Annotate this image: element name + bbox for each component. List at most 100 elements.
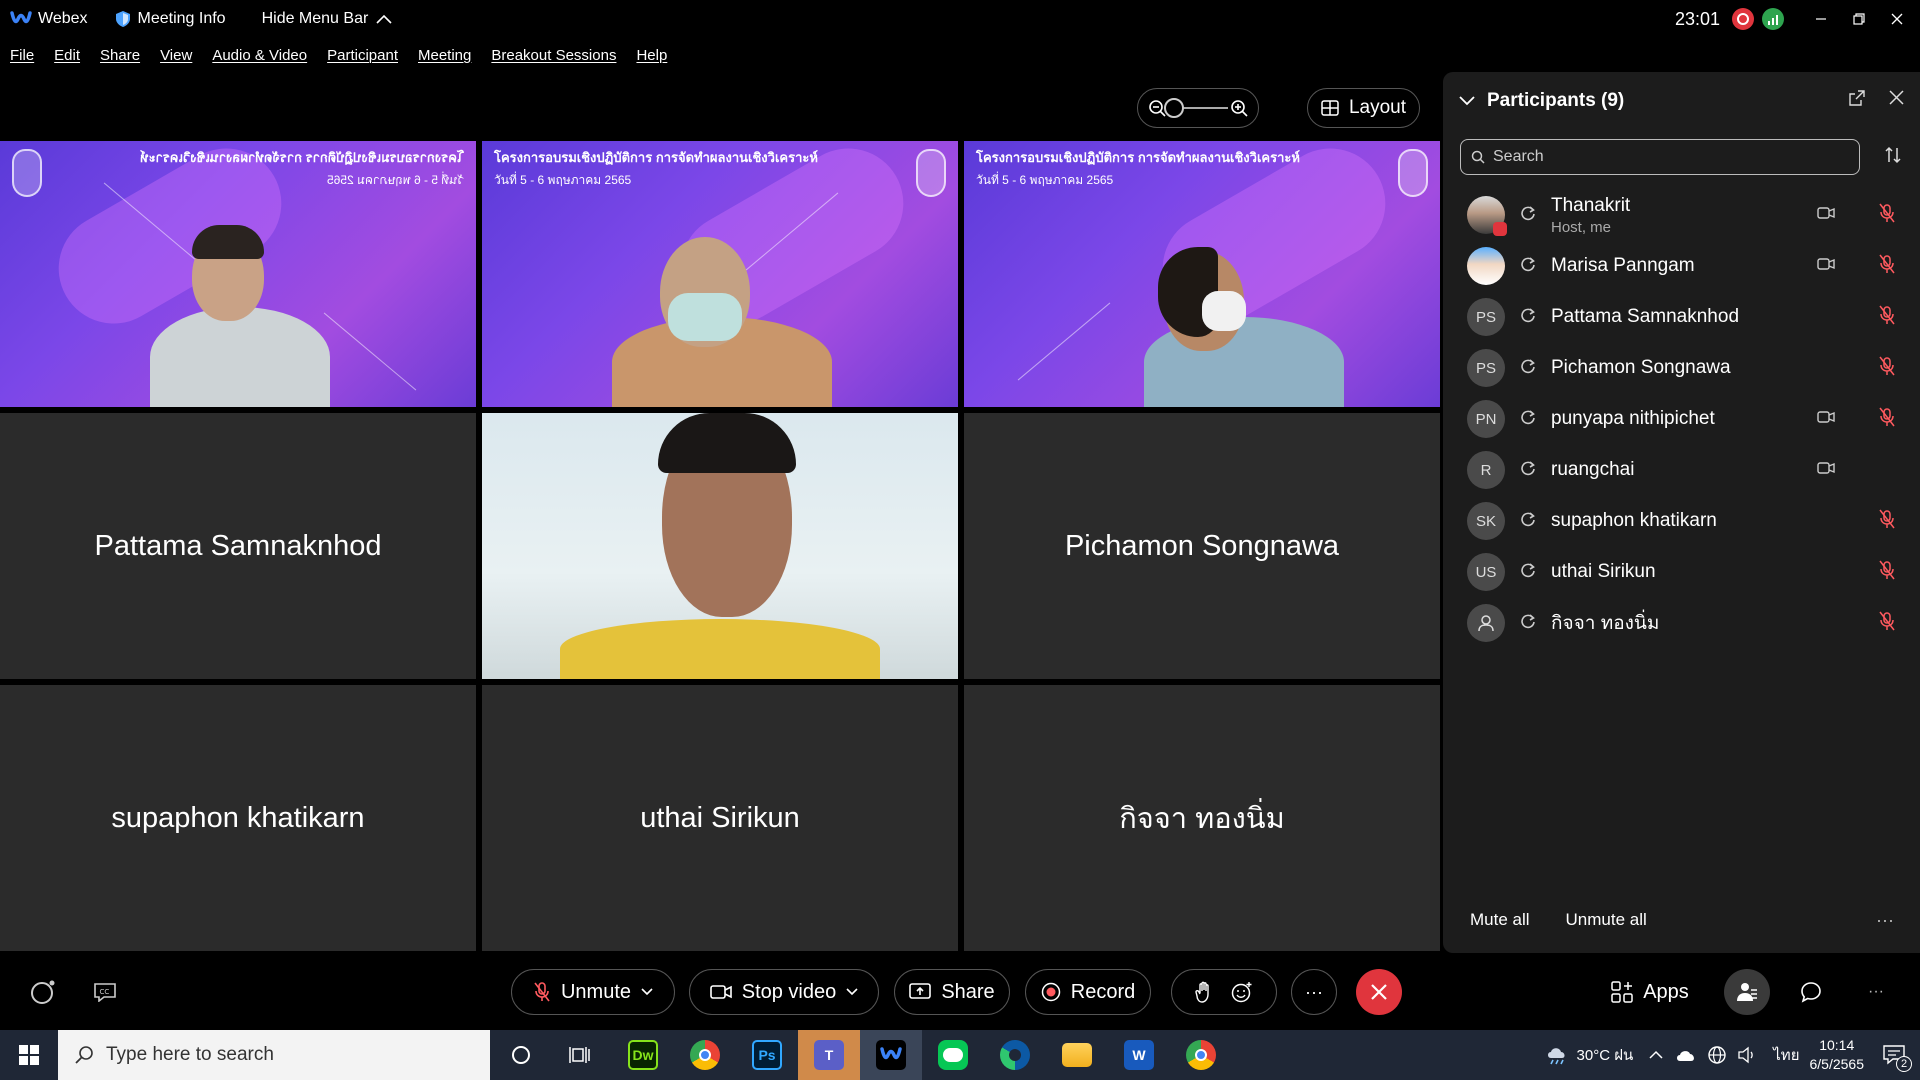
taskbar-photoshop[interactable]: Ps: [736, 1030, 798, 1080]
menu-participant[interactable]: Participant: [327, 47, 398, 64]
taskbar-line[interactable]: [922, 1030, 984, 1080]
menu-edit[interactable]: Edit: [54, 47, 80, 64]
restore-button[interactable]: [1840, 0, 1878, 38]
microphone-muted-icon[interactable]: [1879, 560, 1895, 585]
stop-video-button[interactable]: Stop video: [689, 969, 879, 1015]
leave-meeting-button[interactable]: [1356, 969, 1402, 1015]
network-health-icon[interactable]: [1762, 8, 1784, 30]
hide-menu-bar-button[interactable]: Hide Menu Bar: [262, 10, 393, 28]
zoom-in-icon[interactable]: [1230, 99, 1248, 117]
onedrive-cloud-icon[interactable]: [1675, 1048, 1697, 1062]
taskbar-chrome-profile[interactable]: [1170, 1030, 1232, 1080]
taskbar-word[interactable]: W: [1108, 1030, 1170, 1080]
menu-breakout-sessions[interactable]: Breakout Sessions: [491, 47, 616, 64]
recording-status-icon[interactable]: [1732, 8, 1754, 30]
participant-name: uthai Sirikun: [1551, 561, 1656, 582]
taskbar-chrome[interactable]: [674, 1030, 736, 1080]
layout-button[interactable]: Layout: [1307, 88, 1420, 128]
raise-hand-icon[interactable]: [1195, 981, 1213, 1003]
speaker-volume-icon[interactable]: [1737, 1046, 1757, 1064]
video-tile-marisa[interactable]: โครงการอบรมเชิงปฏิบัติการ การจัดทำผลงานเ…: [482, 141, 958, 407]
video-tile-uthai[interactable]: uthai Sirikun: [482, 685, 958, 951]
participant-row[interactable]: PS Pichamon Songnawa: [1467, 342, 1907, 394]
pop-out-icon[interactable]: [1849, 90, 1865, 106]
participants-header[interactable]: Participants (9): [1459, 90, 1624, 112]
weather-text[interactable]: 30°C ฝน: [1577, 1043, 1634, 1067]
avatar-initials: PS: [1475, 359, 1496, 377]
menu-share[interactable]: Share: [100, 47, 140, 64]
minimize-button[interactable]: [1802, 0, 1840, 38]
unmute-button[interactable]: Unmute: [511, 969, 675, 1015]
start-button[interactable]: [0, 1030, 58, 1080]
taskbar-dreamweaver[interactable]: Dw: [612, 1030, 674, 1080]
microphone-muted-icon[interactable]: [1879, 611, 1895, 636]
video-tile-ruangchai[interactable]: [482, 413, 958, 679]
participant-name: Pichamon Songnawa: [1064, 529, 1340, 562]
record-button[interactable]: Record: [1025, 969, 1151, 1015]
taskbar-edge[interactable]: [984, 1030, 1046, 1080]
video-tile-pattama[interactable]: Pattama Samnaknhod: [0, 413, 476, 679]
taskbar-file-explorer[interactable]: [1046, 1030, 1108, 1080]
audio-connection-icon: [1519, 204, 1537, 227]
microphone-muted-icon[interactable]: [1879, 356, 1895, 381]
sort-icon[interactable]: [1884, 146, 1902, 164]
video-tile-supaphon[interactable]: supaphon khatikarn: [0, 685, 476, 951]
more-options-button[interactable]: ···: [1291, 969, 1337, 1015]
weather-rain-icon[interactable]: [1545, 1044, 1571, 1066]
video-tile-kitja[interactable]: กิจจา ทองนิ่ม: [964, 685, 1440, 951]
notifications-button[interactable]: 2: [1874, 1030, 1914, 1080]
menu-file[interactable]: File: [10, 47, 34, 64]
zoom-slider[interactable]: [1164, 98, 1228, 118]
chat-button[interactable]: [1788, 969, 1834, 1015]
taskbar-clock[interactable]: 10:14 6/5/2565: [1810, 1036, 1865, 1074]
chevron-down-icon[interactable]: [846, 988, 858, 996]
taskbar-teams[interactable]: T: [798, 1030, 860, 1080]
panel-more-button[interactable]: ···: [1876, 910, 1894, 931]
video-tile-punyapa[interactable]: โครงการอบรมเชิงปฏิบัติการ การจัดทำผลงานเ…: [964, 141, 1440, 407]
microphone-muted-icon[interactable]: [1879, 203, 1895, 228]
cortana-button[interactable]: [490, 1030, 552, 1080]
close-icon[interactable]: [1889, 90, 1904, 105]
webex-brand[interactable]: Webex: [10, 10, 88, 28]
close-window-button[interactable]: [1878, 0, 1916, 38]
microphone-muted-icon[interactable]: [1879, 254, 1895, 279]
share-button[interactable]: Share: [894, 969, 1010, 1015]
participants-toggle-button[interactable]: [1724, 969, 1770, 1015]
overflow-button[interactable]: ···: [1853, 969, 1899, 1015]
meeting-info-button[interactable]: Meeting Info: [115, 10, 226, 28]
chevron-down-icon[interactable]: [1459, 96, 1475, 106]
input-language[interactable]: ไทย: [1773, 1043, 1799, 1067]
participant-row[interactable]: PS Pattama Samnaknhod: [1467, 291, 1907, 343]
taskbar-webex[interactable]: [860, 1030, 922, 1080]
microphone-muted-icon[interactable]: [1879, 407, 1895, 432]
participant-row[interactable]: US uthai Sirikun: [1467, 546, 1907, 598]
participant-row[interactable]: PN punyapa nithipichet: [1467, 393, 1907, 445]
participant-row[interactable]: Marisa Panngam: [1467, 240, 1907, 292]
microphone-muted-icon[interactable]: [1879, 305, 1895, 330]
participant-row[interactable]: กิจจา ทองนิ่ม: [1467, 597, 1907, 649]
captions-button[interactable]: CC: [82, 969, 128, 1015]
participant-row[interactable]: Rruangchai: [1467, 444, 1907, 496]
menu-audio-video[interactable]: Audio & Video: [212, 47, 307, 64]
unmute-all-button[interactable]: Unmute all: [1566, 910, 1647, 930]
taskbar-search-input[interactable]: Type here to search: [58, 1030, 490, 1080]
zoom-slider-handle[interactable]: [1164, 98, 1184, 118]
menu-help[interactable]: Help: [636, 47, 667, 64]
emoji-reaction-icon[interactable]: [1231, 981, 1253, 1003]
video-tile-thanakrit[interactable]: โครงการอบรมเชิงปฏิบัติการ การจัดทำผลงานเ…: [0, 141, 476, 407]
participant-row[interactable]: Thanakrit Host, me: [1467, 189, 1907, 241]
video-tile-pichamon[interactable]: Pichamon Songnawa: [964, 413, 1440, 679]
chevron-down-icon[interactable]: [641, 988, 653, 996]
mute-all-button[interactable]: Mute all: [1470, 910, 1530, 930]
menu-meeting[interactable]: Meeting: [418, 47, 471, 64]
globe-network-icon[interactable]: [1707, 1045, 1727, 1065]
chevron-up-icon[interactable]: [1649, 1050, 1663, 1060]
menu-view[interactable]: View: [160, 47, 192, 64]
audio-connection-icon: [1519, 510, 1537, 533]
apps-button[interactable]: Apps: [1600, 969, 1700, 1015]
status-button[interactable]: [20, 969, 66, 1015]
task-view-button[interactable]: [549, 1030, 611, 1080]
microphone-muted-icon[interactable]: [1879, 509, 1895, 534]
participant-search-input[interactable]: Search: [1460, 139, 1860, 175]
participant-row[interactable]: SK supaphon khatikarn: [1467, 495, 1907, 547]
